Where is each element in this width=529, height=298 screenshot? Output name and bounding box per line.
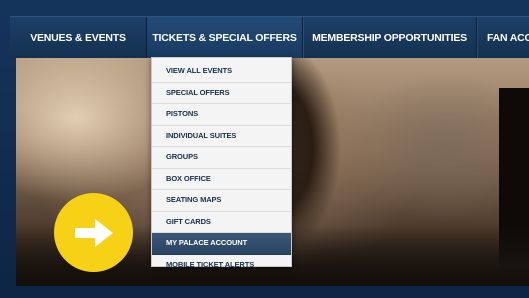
dropdown-item-special-offers[interactable]: SPECIAL OFFERS bbox=[152, 83, 291, 104]
nav-item-fan-account[interactable]: FAN ACC bbox=[477, 17, 529, 59]
dropdown-item-individual-suites[interactable]: INDIVIDUAL SUITES bbox=[152, 126, 291, 147]
dropdown-item-seating-maps[interactable]: SEATING MAPS bbox=[152, 190, 291, 212]
dropdown-item-groups[interactable]: GROUPS bbox=[152, 147, 291, 169]
main-nav-bar: VENUES & EVENTS TICKETS & SPECIAL OFFERS… bbox=[10, 16, 529, 59]
nav-item-label: TICKETS & SPECIAL OFFERS bbox=[152, 32, 297, 44]
dropdown-item-gift-cards[interactable]: GIFT CARDS bbox=[152, 212, 291, 233]
hero-next-button[interactable] bbox=[54, 193, 133, 272]
dropdown-item-view-all-events[interactable]: VIEW ALL EVENTS bbox=[152, 61, 291, 83]
dropdown-item-my-palace-account[interactable]: MY PALACE ACCOUNT bbox=[152, 233, 291, 255]
tickets-dropdown-menu: VIEW ALL EVENTS SPECIAL OFFERS PISTONS I… bbox=[151, 57, 292, 269]
dropdown-item-pistons[interactable]: PISTONS bbox=[152, 104, 291, 126]
nav-item-tickets-special-offers[interactable]: TICKETS & SPECIAL OFFERS bbox=[147, 17, 302, 59]
nav-item-label: FAN ACC bbox=[487, 32, 529, 44]
dropdown-item-mobile-ticket-alerts[interactable]: MOBILE TICKET ALERTS bbox=[152, 255, 291, 276]
nav-item-label: VENUES & EVENTS bbox=[30, 32, 126, 44]
nav-item-venues-events[interactable]: VENUES & EVENTS bbox=[10, 17, 146, 59]
right-arrow-icon bbox=[74, 218, 113, 247]
dropdown-item-box-office[interactable]: BOX OFFICE bbox=[152, 169, 291, 190]
nav-item-label: MEMBERSHIP OPPORTUNITIES bbox=[312, 32, 467, 44]
nav-item-membership-opportunities[interactable]: MEMBERSHIP OPPORTUNITIES bbox=[303, 17, 476, 59]
